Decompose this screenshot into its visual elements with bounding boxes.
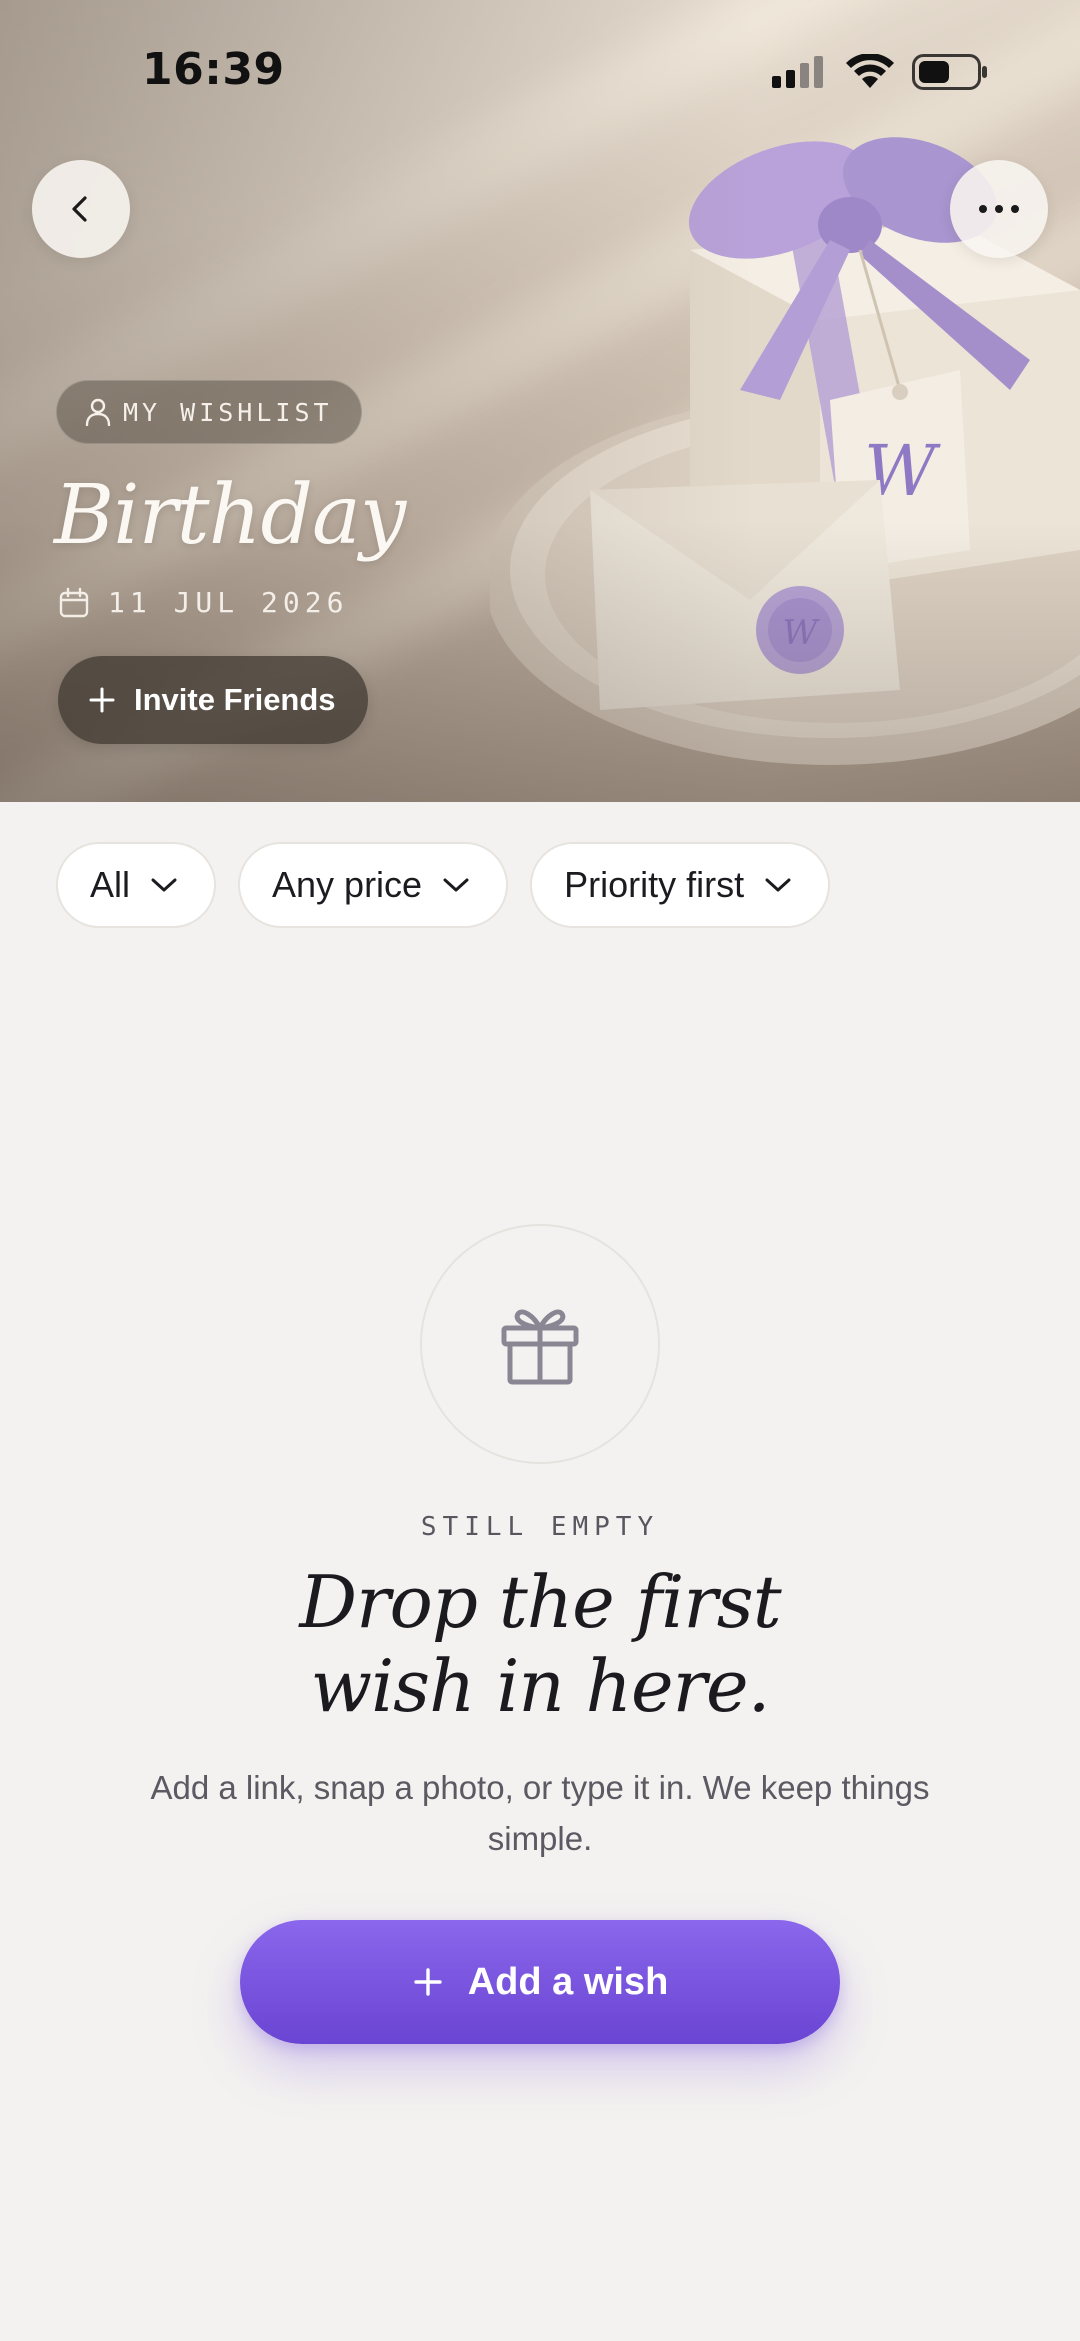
- filter-category-dropdown[interactable]: All: [56, 842, 217, 928]
- invite-friends-button[interactable]: Invite Friends: [58, 656, 368, 744]
- filter-label: Any price: [272, 864, 423, 905]
- more-horizontal-icon: [979, 205, 1019, 213]
- empty-state-eyebrow: STILL EMPTY: [420, 1512, 660, 1542]
- add-wish-button[interactable]: Add a wish: [240, 1920, 840, 2044]
- back-button[interactable]: [32, 160, 130, 258]
- gift-icon: [501, 1309, 579, 1385]
- plus-icon: [414, 1968, 442, 1996]
- plus-icon: [89, 687, 115, 713]
- filter-sort-dropdown[interactable]: Priority first: [530, 842, 831, 928]
- battery-icon: [912, 54, 987, 90]
- headline-line-1: Drop the first: [299, 1560, 781, 1644]
- empty-state-description: Add a link, snap a photo, or type it in.…: [150, 1769, 930, 1857]
- empty-state-icon-circle: [420, 1224, 660, 1464]
- wishlist-owner-chip: MY WISHLIST: [56, 380, 362, 444]
- filter-label: Priority first: [564, 864, 745, 905]
- status-time: 16:39: [142, 44, 285, 95]
- add-wish-label: Add a wish: [467, 1960, 669, 2003]
- chevron-down-icon: [151, 878, 177, 892]
- chevron-left-icon: [72, 196, 87, 222]
- calendar-icon: [59, 587, 89, 617]
- person-icon: [85, 398, 111, 426]
- status-icons: [772, 52, 988, 92]
- chevron-down-icon: [765, 878, 791, 892]
- wishlist-chip-label: MY WISHLIST: [123, 397, 333, 427]
- wishlist-date: 11 JUL 2026: [58, 586, 348, 619]
- cellular-signal-icon: [772, 56, 823, 88]
- wishlist-date-text: 11 JUL 2026: [108, 586, 349, 619]
- headline-line-2: wish in here.: [310, 1644, 770, 1728]
- wishlist-title: Birthday: [54, 468, 406, 563]
- filter-price-dropdown[interactable]: Any price: [238, 842, 509, 928]
- more-options-button[interactable]: [950, 160, 1048, 258]
- chevron-down-icon: [443, 878, 469, 892]
- invite-friends-label: Invite Friends: [134, 682, 336, 717]
- filter-label: All: [90, 864, 131, 905]
- status-bar: 16:39: [0, 0, 1080, 140]
- wifi-icon: [846, 54, 894, 88]
- filter-bar: All Any price Priority first: [56, 842, 831, 928]
- empty-state-headline: Drop the first wish in here.: [0, 1560, 1080, 1728]
